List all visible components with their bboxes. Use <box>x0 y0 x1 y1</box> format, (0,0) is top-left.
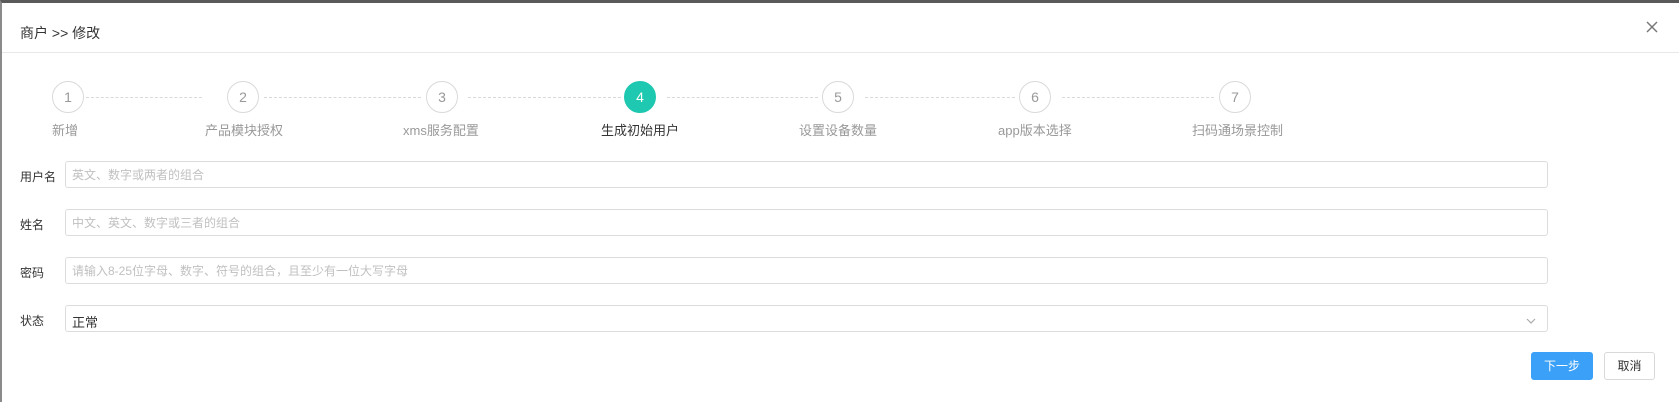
step-number-active: 4 <box>624 81 656 113</box>
step-number: 2 <box>227 81 259 113</box>
step-label-active: 生成初始用户 <box>601 123 680 138</box>
step-connector <box>1062 97 1214 98</box>
step-number: 6 <box>1019 81 1051 113</box>
step-7: 7 扫码通场景控制 <box>2 81 1283 141</box>
step-connector <box>865 97 1015 98</box>
cancel-button[interactable]: 取消 <box>1604 352 1655 380</box>
password-row: 密码 <box>2 257 1679 285</box>
next-step-button[interactable]: 下一步 <box>1531 352 1593 380</box>
step-number: 7 <box>1219 81 1251 113</box>
step-label: xms服务配置 <box>403 123 479 138</box>
merchant-edit-dialog: 商户 >> 修改 1 新增 2 产品模块授权 3 xms服务配置 4 生成初始用… <box>0 0 1679 402</box>
step-label: 扫码通场景控制 <box>1192 123 1284 138</box>
chevron-down-icon <box>1525 314 1537 324</box>
username-row: 用户名 <box>2 161 1679 189</box>
username-label: 用户名 <box>20 170 57 184</box>
dialog-header: 商户 >> 修改 <box>2 3 1679 53</box>
step-number: 3 <box>426 81 458 113</box>
step-label: 产品模块授权 <box>205 123 284 138</box>
step-connector <box>264 97 421 98</box>
name-input[interactable] <box>65 209 1548 236</box>
step-connector <box>468 97 621 98</box>
step-number: 5 <box>822 81 854 113</box>
status-select-value: 正常 <box>72 315 99 330</box>
step-connector <box>667 97 818 98</box>
status-row: 状态 正常 <box>2 305 1679 333</box>
step-label: 设置设备数量 <box>799 123 878 138</box>
close-icon[interactable] <box>1643 18 1661 36</box>
name-label: 姓名 <box>20 218 45 232</box>
step-indicator: 1 新增 2 产品模块授权 3 xms服务配置 4 生成初始用户 5 设置设备数… <box>2 81 1679 141</box>
name-row: 姓名 <box>2 209 1679 237</box>
status-label: 状态 <box>20 314 45 328</box>
step-label: app版本选择 <box>998 123 1072 138</box>
password-input[interactable] <box>65 257 1548 284</box>
username-input[interactable] <box>65 161 1548 188</box>
password-label: 密码 <box>20 266 45 280</box>
dialog-title: 商户 >> 修改 <box>20 25 101 41</box>
status-select[interactable]: 正常 <box>65 305 1548 332</box>
